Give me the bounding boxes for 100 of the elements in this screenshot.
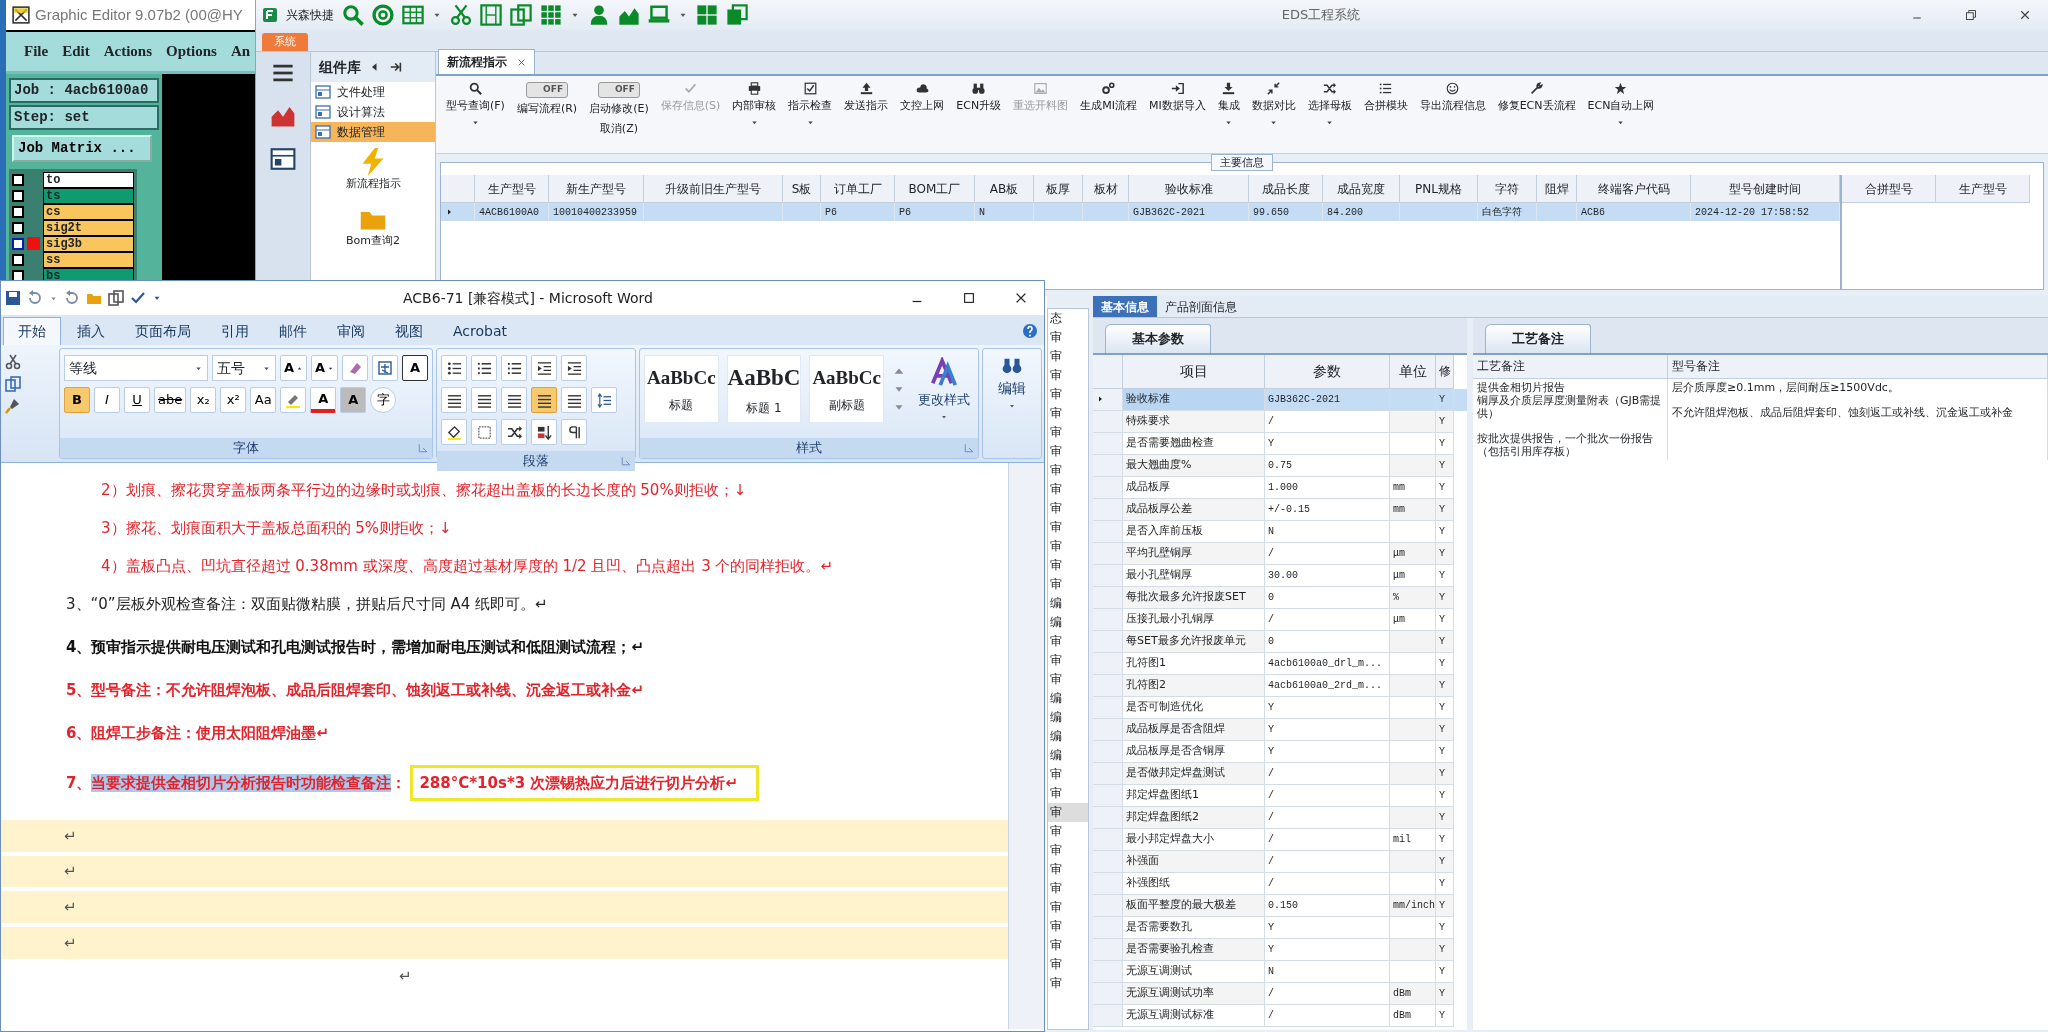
- list-item[interactable]: 审: [1048, 328, 1088, 347]
- list-item[interactable]: 审: [1048, 461, 1088, 480]
- pilcrow-button[interactable]: [561, 419, 587, 445]
- toggle-switch[interactable]: OFF: [526, 82, 569, 98]
- scissors-icon[interactable]: [5, 354, 21, 370]
- list-item[interactable]: 审: [1048, 974, 1088, 993]
- ribbon-tab[interactable]: 视图: [381, 318, 437, 345]
- tab[interactable]: 工艺备注: [1485, 324, 1591, 353]
- menu-item[interactable]: Options: [166, 40, 217, 63]
- column-header[interactable]: 生产型号: [475, 175, 549, 203]
- tool-tile[interactable]: Bom查询2: [311, 198, 435, 255]
- list-item[interactable]: 编: [1048, 708, 1088, 727]
- nav-item[interactable]: 文件处理: [311, 82, 435, 102]
- list-item[interactable]: 审: [1048, 518, 1088, 537]
- table-row[interactable]: 最小孔壁铜厚 30.00 μm Y: [1093, 564, 1467, 587]
- list-item[interactable]: 审: [1048, 917, 1088, 936]
- table-row[interactable]: 成品板厚是否含阻焊 Y Y: [1093, 718, 1467, 741]
- list-item[interactable]: 审: [1048, 955, 1088, 974]
- close-icon[interactable]: [2019, 9, 2031, 21]
- checkbox[interactable]: [12, 253, 24, 266]
- format-button[interactable]: B: [64, 387, 90, 413]
- table-row[interactable]: 成品板厚 1.000 mm Y: [1093, 476, 1467, 499]
- lifebuoy-icon[interactable]: [372, 4, 394, 26]
- column-header[interactable]: 工艺备注: [1473, 354, 1668, 379]
- table-row[interactable]: 平均孔壁铜厚 / μm Y: [1093, 542, 1467, 565]
- table-row[interactable]: 补强图纸 / Y: [1093, 872, 1467, 895]
- table-row[interactable]: 每SET最多允许报废单元 0 Y: [1093, 630, 1467, 653]
- table-row[interactable]: 无源互调测试 N Y: [1093, 960, 1467, 983]
- table-row[interactable]: 最大翘曲度% 0.75 Y: [1093, 454, 1467, 477]
- window-icon[interactable]: [726, 4, 748, 26]
- job-matrix-button[interactable]: Job Matrix ...: [12, 135, 152, 162]
- style-preview[interactable]: AaBbC 标题 1: [726, 355, 802, 423]
- align-button[interactable]: [531, 387, 557, 413]
- pin-icon[interactable]: [389, 60, 403, 74]
- toolbar-button[interactable]: 数据对比: [1247, 82, 1300, 153]
- line-spacing-button[interactable]: [591, 387, 617, 413]
- table-row[interactable]: 孔符图1 4acb6100a0_drl_m... Y: [1093, 652, 1467, 675]
- restore-icon[interactable]: [1965, 9, 1977, 21]
- scissors-icon[interactable]: [450, 4, 472, 26]
- list-item[interactable]: 编: [1048, 594, 1088, 613]
- copy-icon[interactable]: [510, 4, 532, 26]
- ribbon-tab[interactable]: 插入: [63, 318, 119, 345]
- format-button[interactable]: Aa: [250, 387, 277, 413]
- checkbox[interactable]: [12, 173, 24, 186]
- menu-item[interactable]: Actions: [103, 40, 152, 63]
- format-button[interactable]: U: [124, 387, 150, 413]
- list-item[interactable]: 审: [1048, 765, 1088, 784]
- column-header[interactable]: 单位: [1390, 354, 1436, 389]
- toolbar-button[interactable]: MI数据导入: [1144, 82, 1210, 153]
- table-row[interactable]: 是否需要翘曲检查 Y Y: [1093, 432, 1467, 455]
- scrollbar[interactable]: [1008, 463, 1044, 1029]
- list-item[interactable]: 审: [1048, 879, 1088, 898]
- close-icon[interactable]: [1014, 291, 1028, 305]
- checkbox[interactable]: [12, 189, 24, 202]
- column-header[interactable]: 合拼型号: [1842, 175, 1936, 203]
- list-item[interactable]: 审: [1048, 385, 1088, 404]
- column-header[interactable]: 成品宽度: [1323, 175, 1400, 203]
- toolbar-button[interactable]: 内部审核: [728, 82, 781, 153]
- column-header[interactable]: 成品长度: [1249, 175, 1323, 203]
- column-header[interactable]: 验收标准: [1129, 175, 1249, 203]
- redo-icon[interactable]: [64, 290, 80, 306]
- list-item[interactable]: 审: [1048, 366, 1088, 385]
- decrease-indent-button[interactable]: [531, 355, 557, 381]
- column-header[interactable]: AB板: [975, 175, 1034, 203]
- paint-bucket-button[interactable]: [441, 419, 467, 445]
- table-row[interactable]: 4ACB6100A0 10010400233959 P6 P6 N GJB362C-2021 99.650 84.200 白色字符 ACB6 2024-12-20 17:58:52: [441, 203, 1840, 221]
- table-row[interactable]: 补强面 / Y: [1093, 850, 1467, 873]
- column-header[interactable]: 参数: [1265, 354, 1390, 389]
- numbering-button[interactable]: [471, 355, 497, 381]
- nav-item[interactable]: 设计算法: [311, 102, 435, 122]
- table-row[interactable]: 板面平整度的最大极差 0.150 mm/inch Y: [1093, 894, 1467, 917]
- column-header[interactable]: 字符: [1478, 175, 1537, 203]
- format-button[interactable]: I: [94, 387, 120, 413]
- list-item[interactable]: 审: [1048, 803, 1088, 822]
- toolbar-button[interactable]: 选择母板: [1303, 82, 1356, 153]
- list-item[interactable]: 审: [1048, 537, 1088, 556]
- list-item[interactable]: 编: [1048, 746, 1088, 765]
- table-row[interactable]: 是否做邦定焊盘测试 / Y: [1093, 762, 1467, 785]
- ribbon-tab[interactable]: Acrobat: [439, 318, 521, 345]
- shading-button[interactable]: A: [340, 387, 367, 413]
- spelling-icon[interactable]: [130, 290, 146, 306]
- list-item[interactable]: 审: [1048, 860, 1088, 879]
- search-icon[interactable]: [342, 4, 364, 26]
- table-row[interactable]: 邦定焊盘图纸2 / Y: [1093, 806, 1467, 829]
- menu-item[interactable]: An: [230, 40, 251, 63]
- nav-item[interactable]: 数据管理: [311, 122, 435, 142]
- ribbon-tab[interactable]: 页面布局: [121, 318, 205, 345]
- align-button[interactable]: [471, 387, 497, 413]
- list-item[interactable]: 审: [1048, 423, 1088, 442]
- person-icon[interactable]: [588, 4, 610, 26]
- column-header[interactable]: 升级前旧生产型号: [644, 175, 783, 203]
- shrink-font-button[interactable]: A: [311, 355, 338, 381]
- list-item[interactable]: 审: [1048, 632, 1088, 651]
- column-header[interactable]: BOM工厂: [895, 175, 975, 203]
- tab[interactable]: 基本信息: [1093, 296, 1157, 317]
- highlight-button[interactable]: [280, 387, 307, 413]
- toolbar-button[interactable]: 型号查询(F): [442, 82, 509, 153]
- list-item[interactable]: 审: [1048, 480, 1088, 499]
- grow-font-button[interactable]: A: [280, 355, 308, 381]
- sort-button[interactable]: [531, 419, 557, 445]
